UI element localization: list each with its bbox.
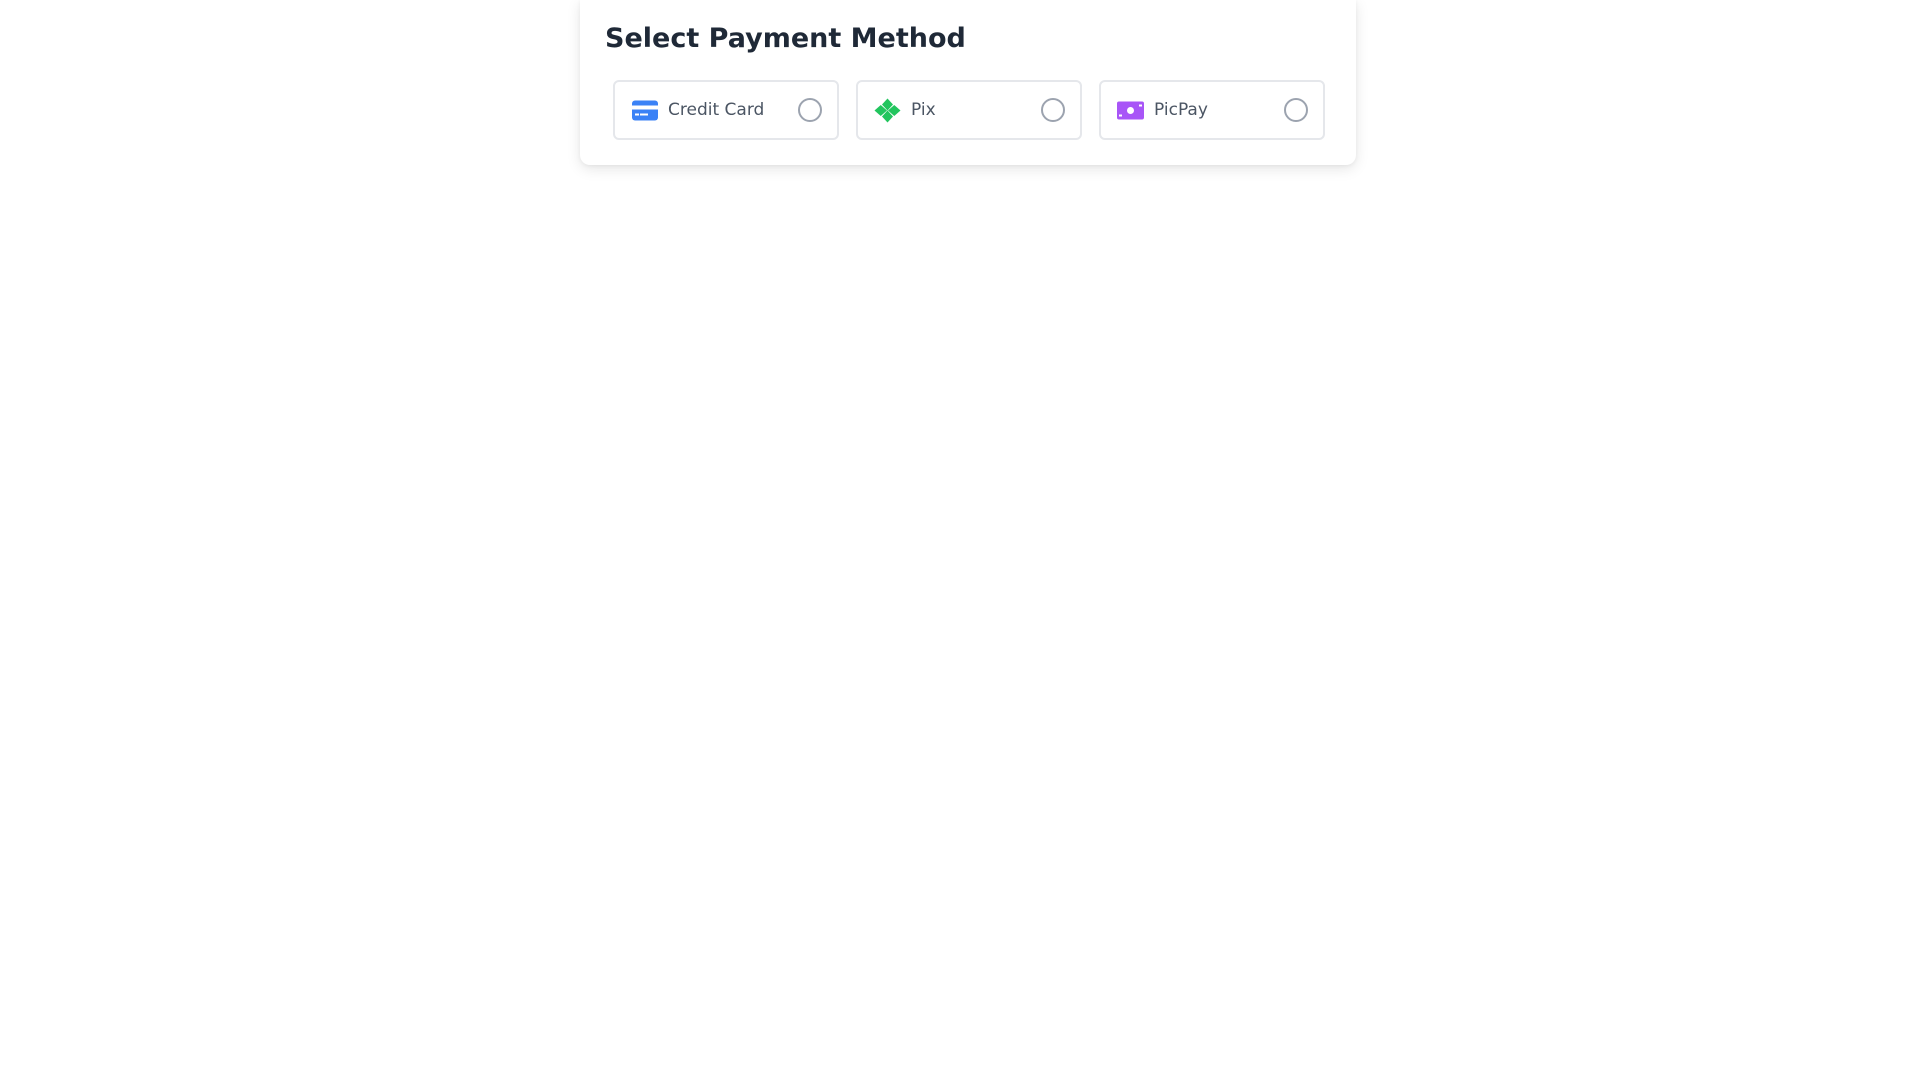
page-title: Select Payment Method <box>605 23 966 54</box>
payment-option-label: Credit Card <box>668 100 765 120</box>
payment-option-picpay[interactable]: PicPay <box>1099 80 1325 140</box>
payment-option-pix[interactable]: Pix <box>856 80 1082 140</box>
payment-options: Credit Card Pix PicPay <box>613 80 1325 140</box>
pix-icon <box>874 97 901 124</box>
radio-button[interactable] <box>798 98 822 122</box>
radio-button[interactable] <box>1041 98 1065 122</box>
money-bill-icon <box>1117 97 1144 124</box>
payment-option-credit-card[interactable]: Credit Card <box>613 80 839 140</box>
credit-card-icon <box>631 97 658 124</box>
payment-option-label: Pix <box>911 100 936 120</box>
payment-option-label: PicPay <box>1154 100 1208 120</box>
payment-method-card: Select Payment Method Credit Card Pix Pi… <box>580 0 1356 165</box>
radio-button[interactable] <box>1284 98 1308 122</box>
